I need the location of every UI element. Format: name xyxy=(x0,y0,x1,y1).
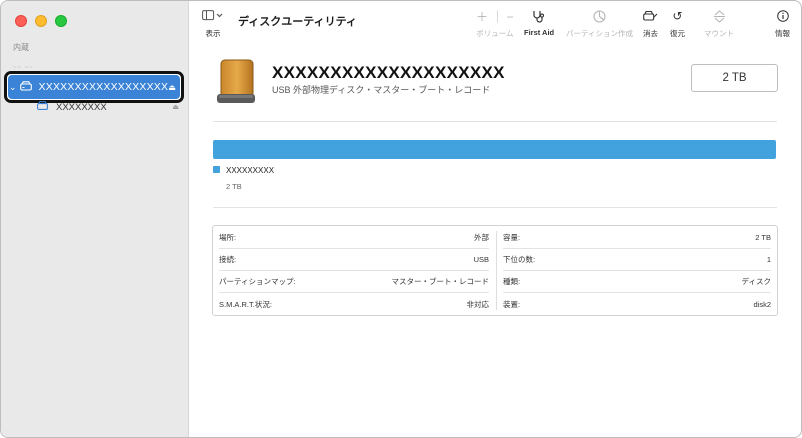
info-value: ディスク xyxy=(741,277,771,286)
external-drive-icon xyxy=(213,58,259,111)
selected-disk-label: XXXXXXXXXXXXXXXXXX xyxy=(38,81,169,93)
view-button[interactable]: 表示 xyxy=(202,9,224,39)
info-value: 外部 xyxy=(474,233,489,242)
info-value: disk2 xyxy=(753,299,771,309)
header-divider xyxy=(213,121,777,122)
partition-label: パーティション作成 xyxy=(566,29,634,38)
info-icon xyxy=(776,9,789,23)
toolbar: 表示 ディスクユーティリティ ＋ ｜ − ボリューム First Aid パーテ… xyxy=(190,1,801,41)
info-label: 接続: xyxy=(219,255,237,264)
volume-eject-icon[interactable]: ⏏ xyxy=(172,103,179,111)
info-column-right: 容量: 2 TB 下位の数: 1 種類: ディスク 装置: disk2 xyxy=(497,226,777,315)
mount-icon xyxy=(713,9,726,23)
volume-name: XXXXXXXXX xyxy=(226,166,275,175)
restore-label: 復元 xyxy=(670,29,685,38)
volume-button[interactable]: ＋ ｜ − ボリューム xyxy=(476,9,514,39)
erase-label: 消去 xyxy=(643,29,658,38)
restore-button[interactable]: ↺ 復元 xyxy=(670,9,685,39)
volume-label: XXXXXXXX xyxy=(56,101,107,113)
usage-bar xyxy=(213,140,776,159)
stethoscope-icon xyxy=(532,9,546,23)
sidebar-item-volume[interactable]: XXXXXXXX ⏏ xyxy=(37,100,179,114)
volume-label-tb: ボリューム xyxy=(476,29,514,38)
info-button[interactable]: 情報 xyxy=(775,9,790,39)
add-remove-icon: ＋ ｜ − xyxy=(476,9,514,24)
chevron-down-icon[interactable]: ⌄ xyxy=(9,82,17,93)
partition-pie-icon xyxy=(593,9,606,23)
capacity-badge: 2 TB xyxy=(691,64,778,92)
sidebar-view-icon xyxy=(202,9,224,23)
mount-button[interactable]: マウント xyxy=(704,9,734,39)
zoom-window-button[interactable] xyxy=(55,15,67,27)
volume-size: 2 TB xyxy=(226,182,242,191)
external-disk-icon xyxy=(19,80,32,94)
first-aid-button[interactable]: First Aid xyxy=(524,9,554,37)
info-label: S.M.A.R.T.状況: xyxy=(219,299,272,309)
info-value: マスター・ブート・レコード xyxy=(391,277,490,286)
info-label: 容量: xyxy=(503,233,521,242)
sidebar-section-label: 内蔵 xyxy=(13,43,29,52)
info-row-type: 種類: ディスク xyxy=(503,271,771,293)
info-value: 非対応 xyxy=(466,299,490,309)
minimize-window-button[interactable] xyxy=(35,15,47,27)
eject-icon[interactable]: ⏏ xyxy=(168,83,176,92)
app-title: ディスクユーティリティ xyxy=(238,16,357,28)
erase-button[interactable]: 消去 xyxy=(643,9,658,39)
info-value: USB xyxy=(473,255,489,264)
info-value: 1 xyxy=(766,255,771,264)
first-aid-label: First Aid xyxy=(524,28,555,37)
volume-color-swatch xyxy=(213,166,220,173)
info-row-location: 場所: 外部 xyxy=(219,227,489,249)
info-row-device: 装置: disk2 xyxy=(503,293,771,315)
info-label: 種類: xyxy=(503,277,521,286)
erase-disk-icon xyxy=(643,9,658,23)
info-value: 2 TB xyxy=(755,233,771,242)
info-column-left: 場所: 外部 接続: USB パーティションマップ: マスター・ブート・レコード… xyxy=(213,226,495,315)
disk-utility-window: 内蔵 ~~ ~~ ⌄ XXXXXXXXXXXXXXXXXX ⏏ XXXXXXXX… xyxy=(0,0,802,438)
info-row-capacity: 容量: 2 TB xyxy=(503,227,771,249)
info-table: 場所: 外部 接続: USB パーティションマップ: マスター・ブート・レコード… xyxy=(212,225,778,316)
mount-label: マウント xyxy=(704,29,734,38)
drive-subtitle: USB 外部物理ディスク・マスター・ブート・レコード xyxy=(272,85,491,95)
view-label: 表示 xyxy=(205,29,221,38)
info-row-smart: S.M.A.R.T.状況: 非対応 xyxy=(219,293,489,315)
drive-name: XXXXXXXXXXXXXXXXXXXX xyxy=(272,63,505,82)
sidebar-item-selected-disk[interactable]: ⌄ XXXXXXXXXXXXXXXXXX ⏏ xyxy=(8,75,180,99)
partition-button[interactable]: パーティション作成 xyxy=(566,9,633,39)
volume-icon xyxy=(37,101,48,113)
info-label: 場所: xyxy=(219,233,237,242)
close-window-button[interactable] xyxy=(15,15,27,27)
info-label: 装置: xyxy=(503,299,521,309)
info-row-child-count: 下位の数: 1 xyxy=(503,249,771,271)
info-label: 情報 xyxy=(775,29,790,38)
usage-divider xyxy=(213,207,777,208)
window-controls xyxy=(15,15,67,27)
sidebar: 内蔵 ~~ ~~ ⌄ XXXXXXXXXXXXXXXXXX ⏏ XXXXXXXX… xyxy=(1,1,189,437)
info-label: パーティションマップ: xyxy=(219,277,296,286)
info-row-partition-map: パーティションマップ: マスター・ブート・レコード xyxy=(219,271,489,293)
restore-icon: ↺ xyxy=(672,9,683,23)
info-row-connection: 接続: USB xyxy=(219,249,489,271)
info-label: 下位の数: xyxy=(503,255,536,264)
